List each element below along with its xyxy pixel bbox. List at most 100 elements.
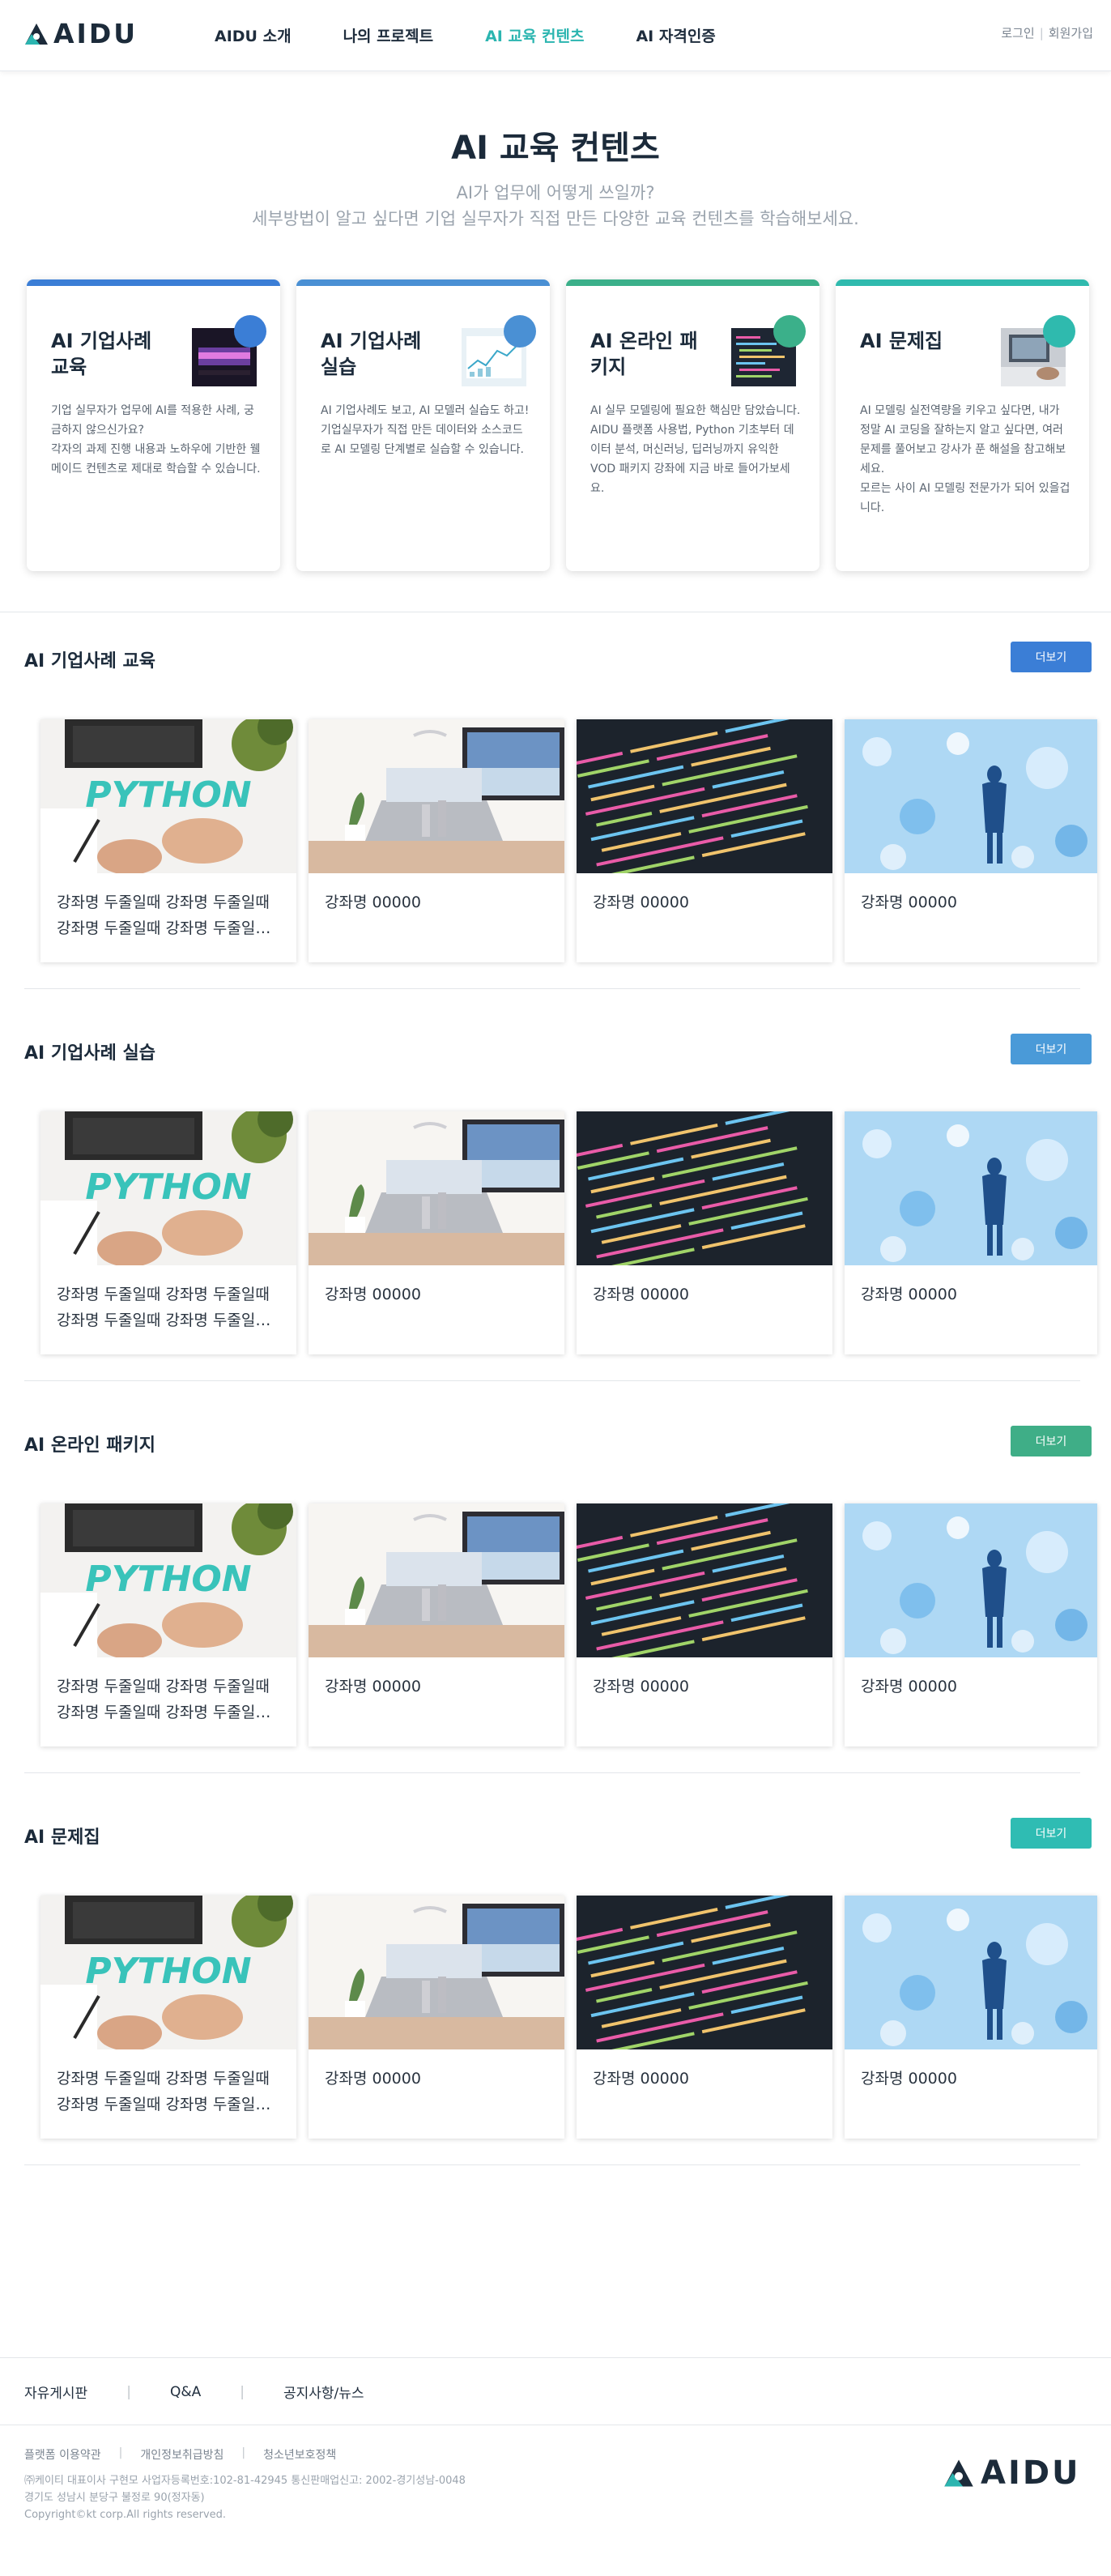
- course-thumbnail: [577, 719, 832, 873]
- footer-logo[interactable]: AIDU: [943, 2454, 1081, 2492]
- user-links: 로그인 | 회원가입: [1001, 24, 1093, 41]
- nav-item-about[interactable]: AIDU 소개: [215, 24, 292, 46]
- course-thumbnail: [309, 1503, 564, 1657]
- aidu-logo-icon: [25, 23, 48, 45]
- footer-link-board[interactable]: 자유게시판: [24, 2382, 87, 2402]
- course-card[interactable]: 강좌명 00000: [309, 719, 564, 962]
- divider: |: [241, 2446, 246, 2459]
- course-thumbnail: PYTHON: [40, 1503, 296, 1657]
- divider: |: [1039, 26, 1044, 41]
- course-name: 강좌명 00000: [593, 893, 689, 911]
- card-description: AI 실무 모델링에 필요한 핵심만 담았습니다. AIDU 플랫폼 사용법, …: [590, 404, 801, 495]
- course-card[interactable]: 강좌명 00000: [845, 719, 1097, 962]
- card-badge-dot: [504, 315, 536, 348]
- course-name: 강좌명 두줄일때 강좌명 두줄일때강좌명 두줄일때 강좌명 두줄일때 강좌명: [57, 1674, 283, 1725]
- course-name-line-2: 강좌명 두줄일때 강좌명 두줄일때 강좌명: [57, 1704, 283, 1721]
- course-thumbnail: [309, 1896, 564, 2049]
- divider: |: [240, 2383, 245, 2400]
- page-subtitle: AI가 업무에 어떻게 쓰일까? 세부방법이 알고 싶다면 기업 실무자가 직접…: [0, 180, 1111, 232]
- course-card[interactable]: 강좌명 00000: [577, 1111, 832, 1354]
- course-thumbnail: PYTHON: [40, 1896, 296, 2049]
- course-card[interactable]: PYTHON 강좌명 두줄일때 강좌명 두줄일때 강좌명 두줄일때 강좌명 두줄일…: [40, 1111, 296, 1354]
- section-title-case-education: AI 기업사례 교육: [24, 651, 155, 672]
- section-divider: [24, 1380, 1080, 1381]
- course-card[interactable]: 강좌명 00000: [309, 1111, 564, 1354]
- course-thumbnail: PYTHON: [40, 719, 296, 873]
- card-accent-bar: [836, 279, 1089, 286]
- course-thumbnail: [309, 1111, 564, 1265]
- header-logo[interactable]: AIDU: [24, 18, 138, 49]
- feature-card-case-education[interactable]: AI 기업사례 교육 기업 실무자가 업무에 AI를 적용한 사례, 궁금하지 …: [27, 279, 280, 571]
- course-thumbnail: [577, 1111, 832, 1265]
- card-title: AI 문제집: [860, 330, 943, 352]
- footer-company-info: ㈜케이티 대표이사 구현모 사업자등록번호:102-81-42945 통신판매업…: [24, 2472, 466, 2523]
- divider: |: [126, 2383, 131, 2400]
- footer-link-youth[interactable]: 청소년보호정책: [263, 2446, 336, 2463]
- python-text: PYTHON: [85, 1951, 251, 1992]
- course-card[interactable]: 강좌명 00000: [845, 1896, 1097, 2139]
- course-card[interactable]: PYTHON 강좌명 두줄일때 강좌명 두줄일때 강좌명 두줄일때 강좌명 두줄일…: [40, 1503, 296, 1746]
- course-name: 강좌명 00000: [325, 2070, 421, 2088]
- course-thumbnail: [845, 1896, 1097, 2049]
- feature-card-case-practice[interactable]: AI 기업사례 실습 AI 기업사례도 보고, AI 모델러 실습도 하고! 기…: [296, 279, 550, 571]
- logo-text: AIDU: [53, 18, 138, 49]
- subtitle-line-2: 세부방법이 알고 싶다면 기업 실무자가 직접 만든 다양한 교육 컨텐츠를 학…: [252, 209, 859, 228]
- card-description: AI 모델링 실전역량을 키우고 싶다면, 내가 정말 AI 코딩을 잘하는지 …: [860, 404, 1071, 514]
- course-card[interactable]: 강좌명 00000: [577, 719, 832, 962]
- footer-link-qna[interactable]: Q&A: [170, 2384, 201, 2400]
- course-card[interactable]: 강좌명 00000: [845, 1111, 1097, 1354]
- divider: |: [118, 2446, 123, 2459]
- footer-link-terms[interactable]: 플랫폼 이용약관: [24, 2446, 101, 2463]
- section-divider: [24, 2164, 1080, 2165]
- feature-card-problem-set[interactable]: AI 문제집 AI 모델링 실전역량을 키우고 싶다면, 내가 정말 AI 코딩…: [836, 279, 1089, 571]
- aidu-logo-icon: [944, 2459, 973, 2487]
- course-name: 강좌명 00000: [325, 1678, 421, 1695]
- nav-item-certification[interactable]: AI 자격인증: [636, 24, 715, 46]
- section-title-case-practice: AI 기업사례 실습: [24, 1043, 155, 1064]
- card-title: AI 기업사례 실습: [321, 330, 422, 378]
- footer-link-notice[interactable]: 공지사항/뉴스: [283, 2382, 364, 2402]
- course-thumbnail: [309, 719, 564, 873]
- course-name-line-1: 강좌명 두줄일때 강좌명 두줄일때: [57, 1286, 270, 1303]
- card-accent-bar: [566, 279, 819, 286]
- page-title: AI 교육 컨텐츠: [451, 130, 660, 167]
- login-link[interactable]: 로그인: [1001, 26, 1034, 41]
- course-name: 강좌명 두줄일때 강좌명 두줄일때강좌명 두줄일때 강좌명 두줄일때 강좌명: [57, 889, 283, 941]
- course-thumbnail: [577, 1896, 832, 2049]
- course-name: 강좌명 00000: [593, 2070, 689, 2088]
- course-name: 강좌명 두줄일때 강좌명 두줄일때강좌명 두줄일때 강좌명 두줄일때 강좌명: [57, 1282, 283, 1333]
- logo-text: AIDU: [981, 2454, 1081, 2492]
- footer-policy-links: 플랫폼 이용약관 | 개인정보취급방침 | 청소년보호정책: [24, 2446, 336, 2463]
- card-badge-dot: [1043, 315, 1075, 348]
- card-badge-dot: [234, 315, 266, 348]
- card-description: 기업 실무자가 업무에 AI를 적용한 사례, 궁금하지 않으신가요? 각자의 …: [51, 404, 261, 476]
- course-card[interactable]: 강좌명 00000: [309, 1503, 564, 1746]
- more-button[interactable]: 더보기: [1011, 1818, 1092, 1849]
- course-name: 강좌명 00000: [593, 1678, 689, 1695]
- card-accent-bar: [296, 279, 550, 286]
- card-description: AI 기업사례도 보고, AI 모델러 실습도 하고! 기업실무자가 직접 만든…: [321, 404, 530, 456]
- footer-divider-top: [0, 2357, 1111, 2358]
- course-card[interactable]: PYTHON 강좌명 두줄일때 강좌명 두줄일때 강좌명 두줄일때 강좌명 두줄일…: [40, 1896, 296, 2139]
- course-card[interactable]: 강좌명 00000: [577, 1896, 832, 2139]
- more-button[interactable]: 더보기: [1011, 642, 1092, 672]
- feature-card-online-package[interactable]: AI 온라인 패키지 AI 실무 모델링에 필요한 핵심만 담았습니다. AID…: [566, 279, 819, 571]
- signup-link[interactable]: 회원가입: [1049, 26, 1093, 41]
- course-name: 강좌명 00000: [861, 2070, 957, 2088]
- subtitle-line-1: AI가 업무에 어떻게 쓰일까?: [456, 183, 655, 203]
- course-thumbnail: [577, 1503, 832, 1657]
- more-button[interactable]: 더보기: [1011, 1034, 1092, 1064]
- course-card[interactable]: 강좌명 00000: [577, 1503, 832, 1746]
- nav-item-education[interactable]: AI 교육 컨텐츠: [485, 24, 584, 46]
- nav-item-my-project[interactable]: 나의 프로젝트: [343, 24, 434, 46]
- course-card[interactable]: 강좌명 00000: [845, 1503, 1097, 1746]
- card-badge-dot: [773, 315, 806, 348]
- course-card[interactable]: 강좌명 00000: [309, 1896, 564, 2139]
- course-name: 강좌명 00000: [861, 1286, 957, 1303]
- python-text: PYTHON: [85, 774, 251, 816]
- python-text: PYTHON: [85, 1166, 251, 1208]
- course-card[interactable]: PYTHON 강좌명 두줄일때 강좌명 두줄일때 강좌명 두줄일때 강좌명 두줄일…: [40, 719, 296, 962]
- main-nav: AIDU 소개 나의 프로젝트 AI 교육 컨텐츠 AI 자격인증: [215, 24, 716, 46]
- footer-link-privacy[interactable]: 개인정보취급방침: [140, 2446, 223, 2463]
- more-button[interactable]: 더보기: [1011, 1426, 1092, 1456]
